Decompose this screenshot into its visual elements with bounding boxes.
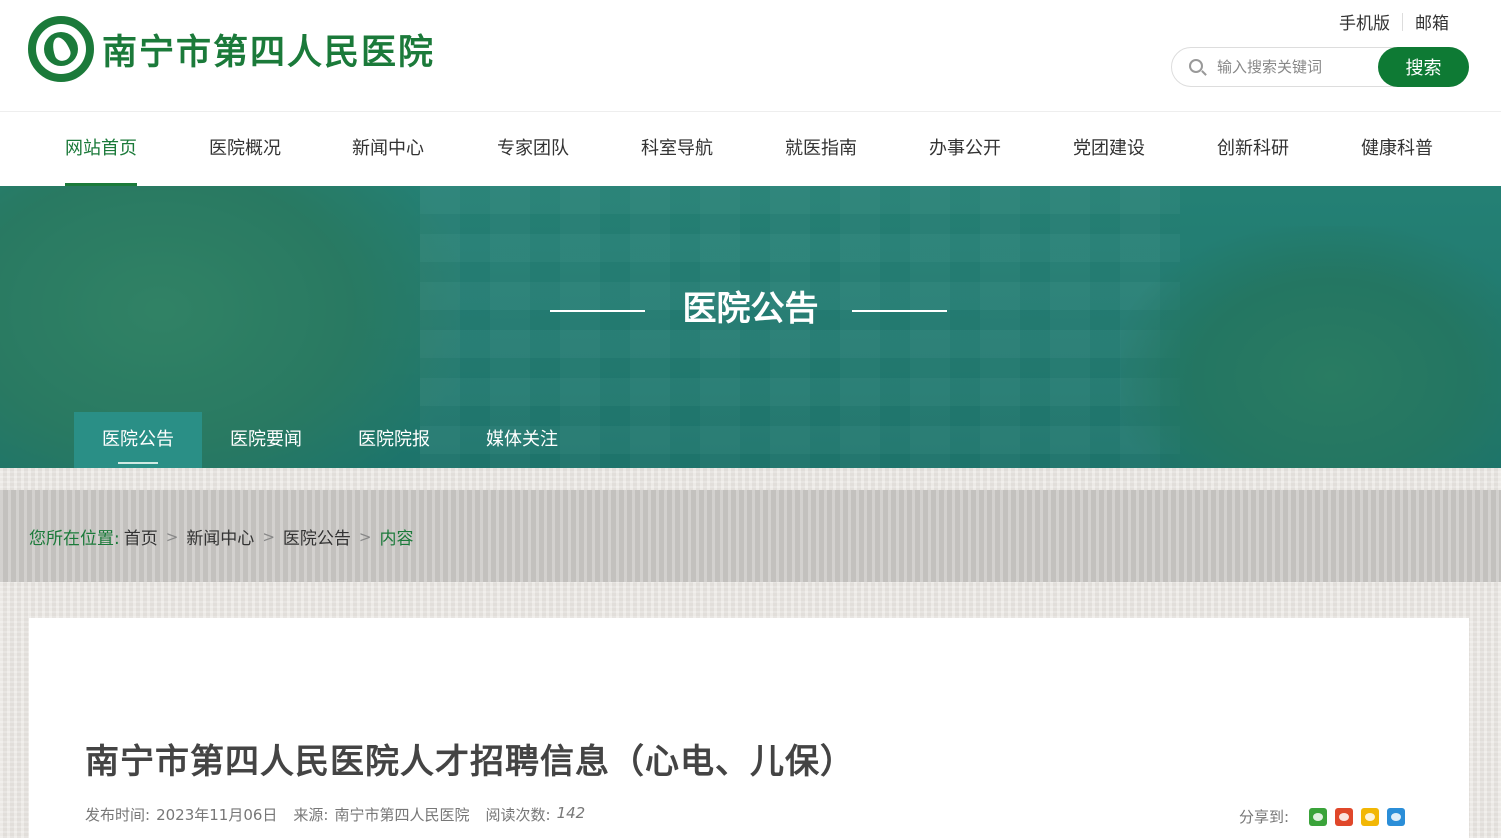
top-links: 手机版 邮箱 bbox=[1339, 9, 1449, 34]
breadcrumb-announcements[interactable]: 医院公告 bbox=[283, 524, 351, 549]
qzone-icon[interactable] bbox=[1361, 807, 1379, 826]
breadcrumb-separator: > bbox=[262, 527, 275, 546]
site-header: 南宁市第四人民医院 手机版 邮箱 搜索 bbox=[0, 0, 1501, 112]
mobile-version-link[interactable]: 手机版 bbox=[1339, 9, 1390, 34]
nav-item-health[interactable]: 健康科普 bbox=[1361, 112, 1433, 186]
share-label: 分享到: bbox=[1238, 808, 1289, 826]
share-bar: 分享到: bbox=[1239, 806, 1405, 827]
search-button[interactable]: 搜索 bbox=[1378, 47, 1469, 87]
nav-item-home[interactable]: 网站首页 bbox=[65, 112, 137, 186]
mailbox-link[interactable]: 邮箱 bbox=[1415, 9, 1449, 34]
nav-item-public-affairs[interactable]: 办事公开 bbox=[929, 112, 1001, 186]
publish-date: 2023年11月06日 bbox=[156, 806, 278, 824]
hospital-emblem-icon bbox=[28, 16, 94, 82]
section-tabs: 医院公告 医院要闻 医院院报 媒体关注 bbox=[74, 412, 586, 468]
tab-hospital-news[interactable]: 医院要闻 bbox=[202, 412, 330, 468]
divider bbox=[1402, 12, 1403, 31]
tab-hospital-newspaper[interactable]: 医院院报 bbox=[330, 412, 458, 468]
page-banner: 医院公告 医院公告 医院要闻 医院院报 媒体关注 bbox=[0, 186, 1501, 468]
weibo-icon[interactable] bbox=[1335, 807, 1353, 826]
nav-item-overview[interactable]: 医院概况 bbox=[209, 112, 281, 186]
publish-label: 发布时间: bbox=[85, 806, 151, 824]
article-title: 南宁市第四人民医院人才招聘信息（心电、儿保） bbox=[85, 742, 855, 782]
nav-item-news[interactable]: 新闻中心 bbox=[352, 112, 424, 186]
main-nav: 网站首页 医院概况 新闻中心 专家团队 科室导航 就医指南 办事公开 党团建设 … bbox=[0, 112, 1501, 186]
search-input[interactable] bbox=[1217, 56, 1367, 78]
search-icon bbox=[1189, 59, 1203, 73]
nav-item-experts[interactable]: 专家团队 bbox=[497, 112, 569, 186]
hospital-logo[interactable]: 南宁市第四人民医院 bbox=[28, 16, 435, 82]
source-value: 南宁市第四人民医院 bbox=[334, 806, 470, 824]
breadcrumb: 您所在位置: 首页 > 新闻中心 > 医院公告 > 内容 bbox=[29, 524, 414, 550]
hospital-name: 南宁市第四人民医院 bbox=[102, 32, 436, 73]
title-divider-right bbox=[852, 310, 947, 312]
reads-label: 阅读次数: bbox=[485, 806, 551, 824]
wechat-icon[interactable] bbox=[1309, 807, 1327, 826]
breadcrumb-home[interactable]: 首页 bbox=[124, 524, 158, 549]
search-box: 搜索 bbox=[1171, 47, 1469, 87]
banner-title: 医院公告 bbox=[682, 289, 819, 329]
article-meta: 发布时间: 2023年11月06日 来源: 南宁市第四人民医院 阅读次数: 14… bbox=[85, 804, 591, 825]
nav-item-guide[interactable]: 就医指南 bbox=[785, 112, 857, 186]
nav-item-departments[interactable]: 科室导航 bbox=[641, 112, 713, 186]
nav-item-research[interactable]: 创新科研 bbox=[1217, 112, 1289, 186]
nav-item-party[interactable]: 党团建设 bbox=[1073, 112, 1145, 186]
breadcrumb-bar: 您所在位置: 首页 > 新闻中心 > 医院公告 > 内容 bbox=[0, 490, 1501, 582]
breadcrumb-label: 您所在位置: bbox=[29, 529, 120, 549]
source-label: 来源: bbox=[293, 806, 329, 824]
tab-media[interactable]: 媒体关注 bbox=[458, 412, 586, 468]
breadcrumb-separator: > bbox=[165, 527, 179, 546]
breadcrumb-separator: > bbox=[358, 527, 372, 546]
read-count: 142 bbox=[556, 804, 586, 822]
article-card: 南宁市第四人民医院人才招聘信息（心电、儿保） 发布时间: 2023年11月06日… bbox=[29, 618, 1469, 838]
tencent-weibo-icon[interactable] bbox=[1387, 807, 1405, 826]
tab-announcements[interactable]: 医院公告 bbox=[74, 412, 202, 468]
breadcrumb-current: 内容 bbox=[379, 529, 414, 549]
breadcrumb-news[interactable]: 新闻中心 bbox=[186, 524, 254, 549]
